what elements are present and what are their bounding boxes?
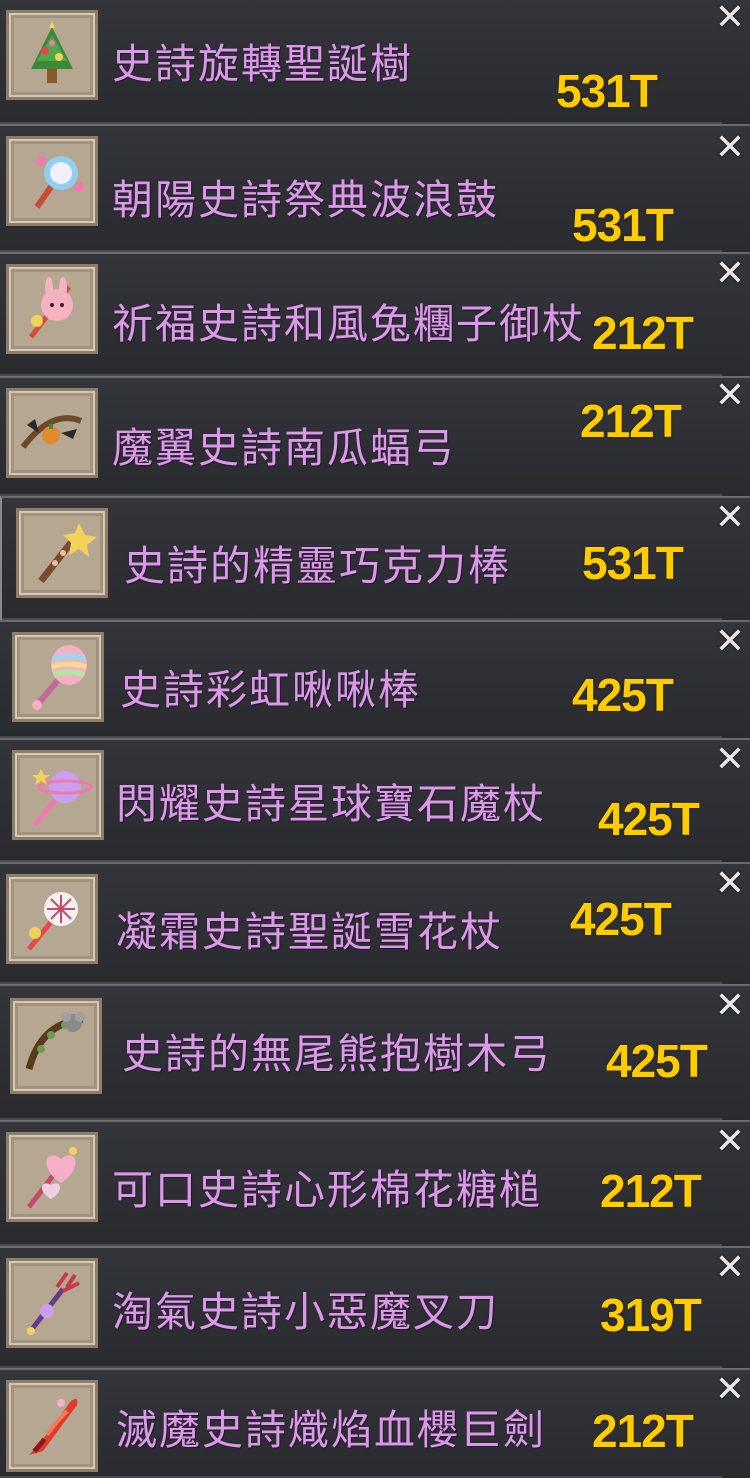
list-item[interactable]: 可口史詩心形棉花糖槌 212T ✕: [0, 1120, 750, 1246]
close-icon[interactable]: ✕: [714, 256, 746, 292]
item-price: 425T: [598, 793, 700, 845]
close-icon[interactable]: ✕: [714, 0, 746, 36]
item-list: 史詩旋轉聖誕樹 531T ✕ 朝陽史詩祭典波浪鼓 531T ✕ 祈福史詩和風兔糰…: [0, 0, 750, 1478]
item-name: 史詩的精靈巧克力棒: [124, 542, 511, 590]
list-item[interactable]: 祈福史詩和風兔糰子御杖 212T ✕: [0, 252, 750, 376]
item-name: 祈福史詩和風兔糰子御杖: [112, 300, 585, 348]
drum-rattle-icon: [34, 156, 84, 209]
item-icon-frame: [6, 136, 98, 226]
list-item[interactable]: 史詩旋轉聖誕樹 531T ✕: [0, 0, 750, 124]
list-item[interactable]: 滅魔史詩熾焰血櫻巨劍 212T ✕: [0, 1368, 750, 1478]
item-name: 史詩旋轉聖誕樹: [112, 40, 413, 88]
close-icon[interactable]: ✕: [714, 1372, 746, 1408]
item-name: 滅魔史詩熾焰血櫻巨劍: [116, 1406, 546, 1454]
item-price: 212T: [600, 1165, 702, 1217]
pumpkin-bat-bow-icon: [20, 415, 83, 449]
item-name: 閃耀史詩星球寶石魔杖: [116, 780, 546, 828]
item-icon-frame: [12, 632, 104, 722]
item-price: 531T: [582, 537, 684, 589]
planet-gem-wand-icon: [32, 769, 93, 827]
close-icon[interactable]: ✕: [714, 130, 746, 166]
item-price: 212T: [592, 1405, 694, 1457]
item-price: 425T: [606, 1035, 708, 1087]
close-icon[interactable]: ✕: [714, 378, 746, 414]
list-item[interactable]: 淘氣史詩小惡魔叉刀 319T ✕: [0, 1246, 750, 1368]
item-name: 朝陽史詩祭典波浪鼓: [112, 176, 499, 224]
list-item[interactable]: 閃耀史詩星球寶石魔杖 425T ✕: [0, 738, 750, 862]
item-icon-frame: [6, 1132, 98, 1222]
list-item[interactable]: 朝陽史詩祭典波浪鼓 531T ✕: [0, 124, 750, 252]
item-icon-frame: [6, 1380, 98, 1472]
item-icon-frame: [6, 264, 98, 354]
item-icon-frame: [6, 874, 98, 964]
item-price: 531T: [572, 199, 674, 251]
snowflake-staff-icon: [27, 892, 78, 951]
christmas-tree-icon: [31, 21, 73, 83]
list-item[interactable]: 魔翼史詩南瓜蝠弓 212T ✕: [0, 376, 750, 496]
rabbit-dango-staff-icon: [29, 277, 73, 339]
item-price: 319T: [600, 1289, 702, 1341]
close-icon[interactable]: ✕: [714, 624, 746, 660]
list-item[interactable]: 凝霜史詩聖誕雪花杖 425T ✕: [0, 862, 750, 984]
list-item[interactable]: 史詩的無尾熊抱樹木弓 425T ✕: [0, 984, 750, 1120]
close-icon[interactable]: ✕: [714, 866, 746, 902]
item-price: 212T: [580, 395, 682, 447]
item-name: 史詩彩虹啾啾棒: [120, 666, 421, 714]
flame-blood-sakura-sword-icon: [29, 1398, 78, 1455]
item-icon-frame: [12, 750, 104, 840]
close-icon[interactable]: ✕: [714, 988, 746, 1024]
list-item[interactable]: 史詩彩虹啾啾棒 425T ✕: [0, 620, 750, 738]
rainbow-rattle-wand-icon: [32, 645, 87, 710]
item-price: 425T: [570, 893, 672, 945]
item-price: 531T: [556, 65, 658, 117]
item-price: 425T: [572, 669, 674, 721]
item-name: 凝霜史詩聖誕雪花杖: [116, 908, 503, 956]
heart-marshmallow-mallet-icon: [27, 1147, 77, 1209]
item-price: 212T: [592, 307, 694, 359]
item-name: 史詩的無尾熊抱樹木弓: [122, 1030, 552, 1078]
close-icon[interactable]: ✕: [714, 1124, 746, 1160]
item-name: 魔翼史詩南瓜蝠弓: [112, 424, 456, 472]
imp-trident-icon: [27, 1271, 80, 1335]
item-name: 可口史詩心形棉花糖槌: [112, 1166, 542, 1214]
item-icon-frame: [10, 998, 102, 1094]
item-icon-frame: [6, 10, 98, 100]
close-icon[interactable]: ✕: [714, 742, 746, 778]
list-item[interactable]: 史詩的精靈巧克力棒 531T ✕: [0, 496, 750, 620]
close-icon[interactable]: ✕: [714, 500, 746, 536]
item-icon-frame: [6, 1258, 98, 1348]
item-icon-frame: [16, 508, 108, 598]
item-icon-frame: [6, 388, 98, 478]
item-name: 淘氣史詩小惡魔叉刀: [112, 1288, 499, 1336]
close-icon[interactable]: ✕: [714, 1250, 746, 1286]
koala-tree-bow-icon: [25, 1012, 85, 1070]
fairy-chocolate-wand-icon: [38, 523, 97, 584]
